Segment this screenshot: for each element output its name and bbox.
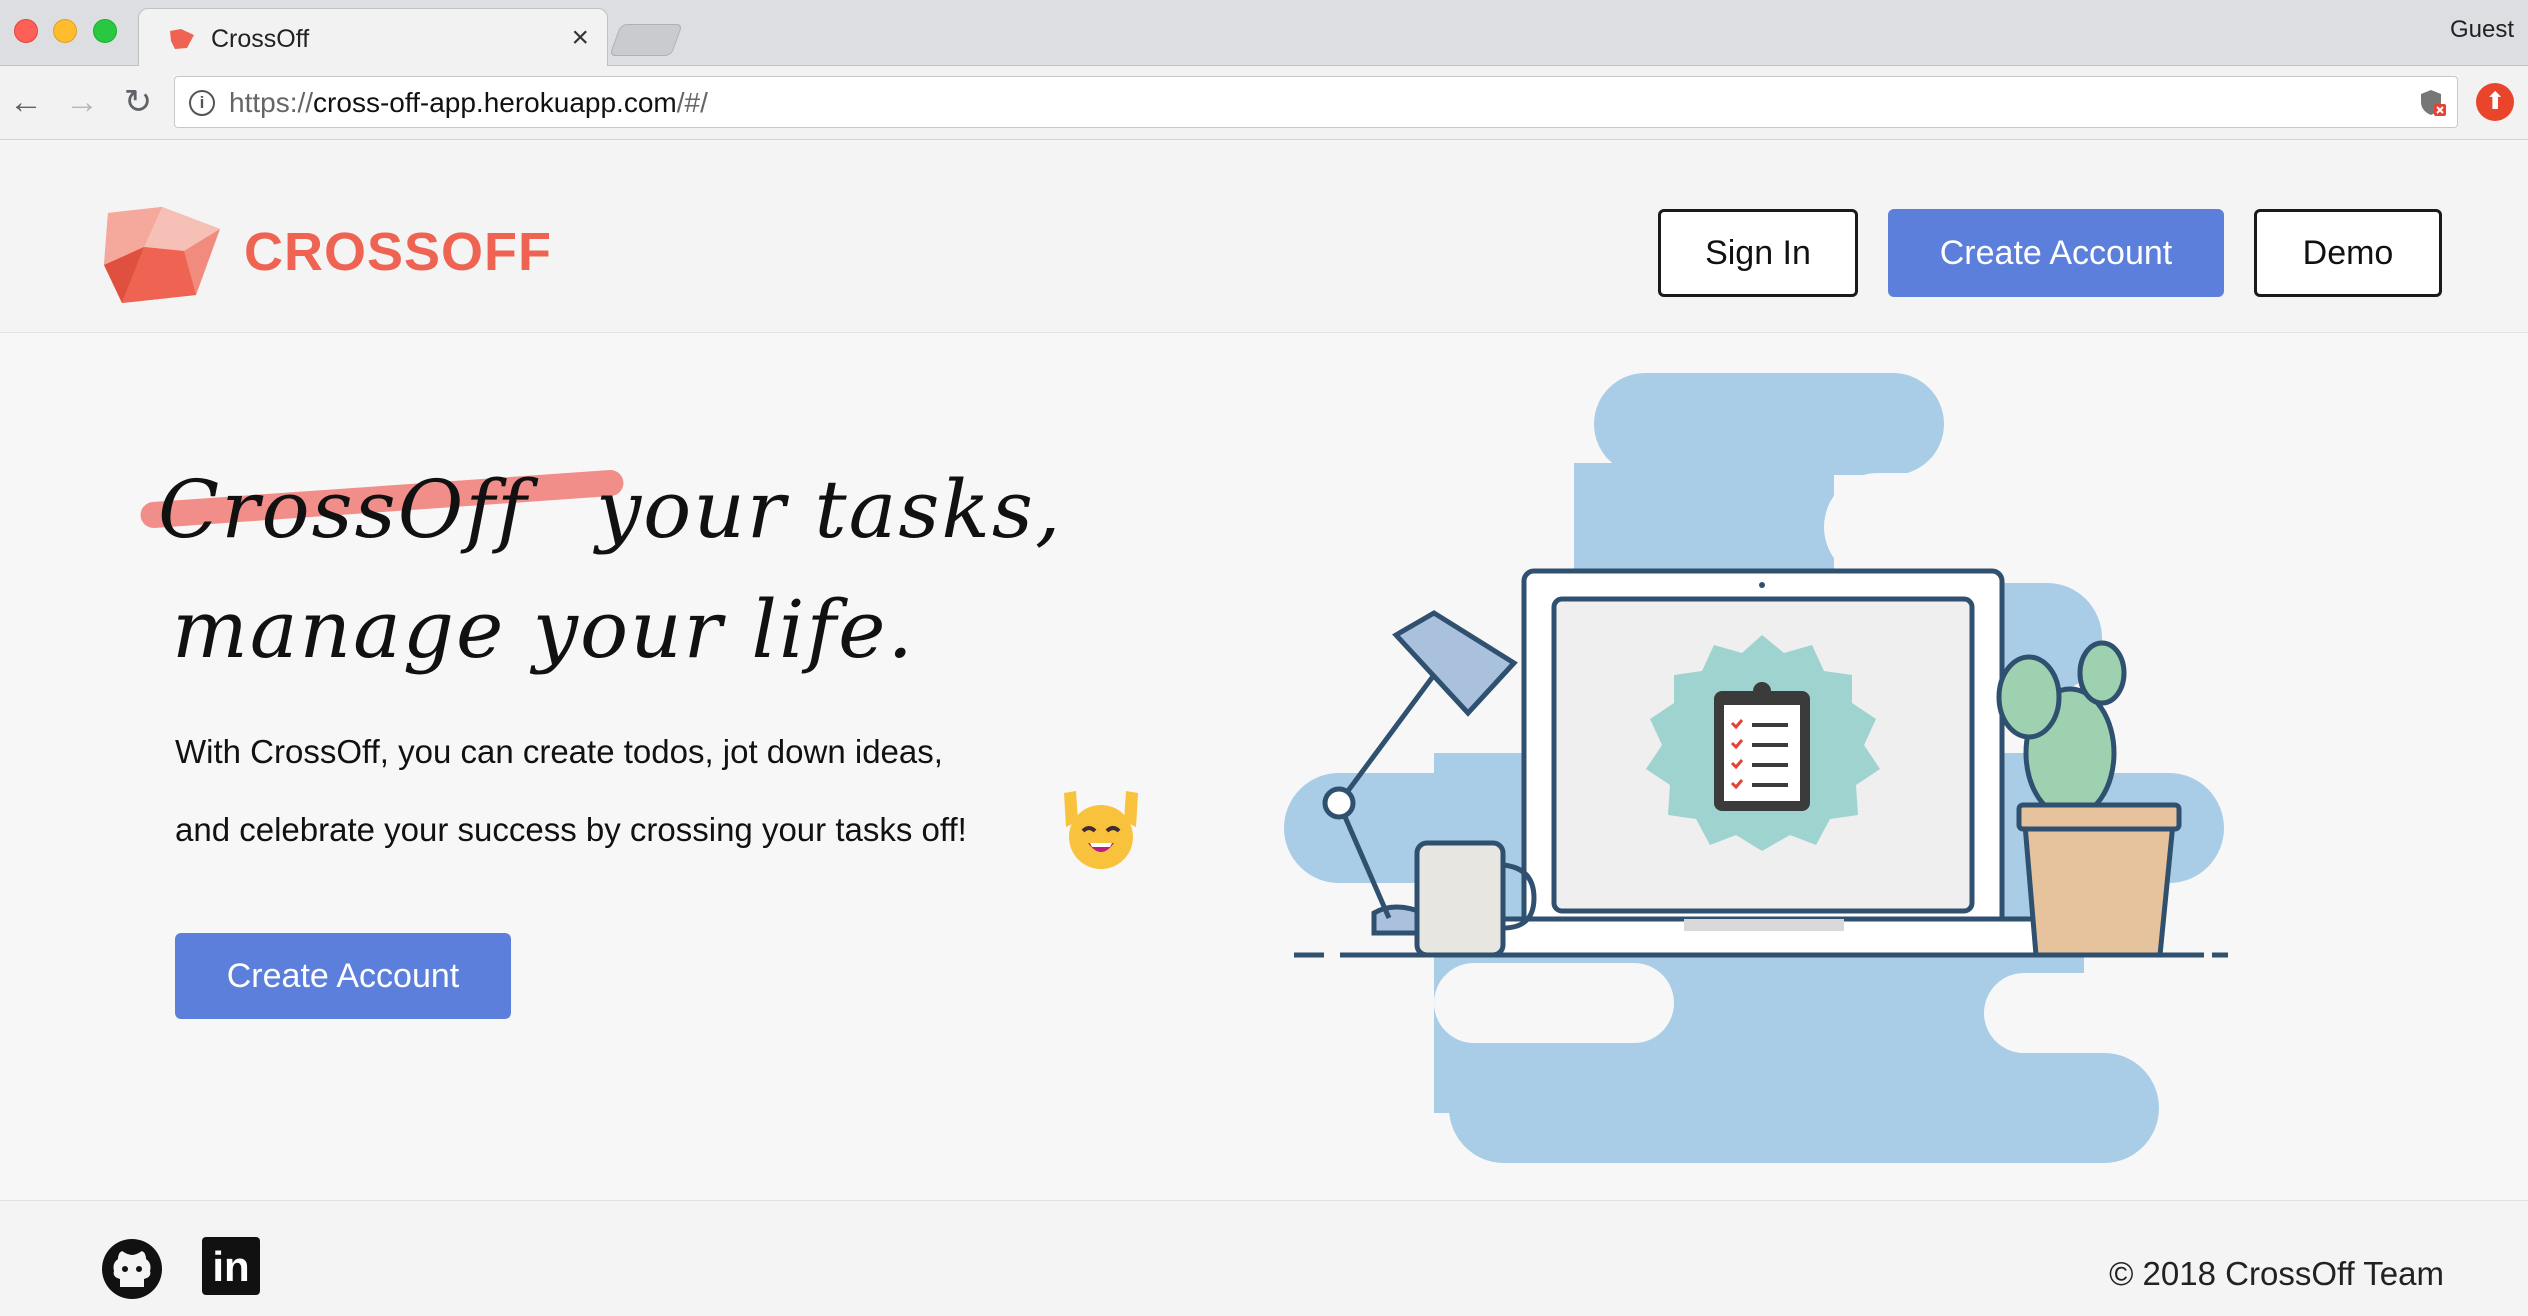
- hero-line1-rest: your tasks,: [595, 463, 1063, 556]
- site-footer: in © 2018 CrossOff Team: [0, 1200, 2528, 1316]
- brand-name[interactable]: CROSSOFF: [244, 221, 552, 283]
- back-icon[interactable]: ←: [6, 82, 46, 122]
- browser-tab-bar: CrossOff × Guest: [0, 0, 2528, 68]
- linkedin-icon[interactable]: in: [202, 1237, 260, 1295]
- site-header: CROSSOFF Sign In Create Account Demo: [0, 141, 2528, 333]
- tab-title: CrossOff: [211, 25, 310, 53]
- hero-description-line1: With CrossOff, you can create todos, jot…: [175, 733, 943, 770]
- reload-icon[interactable]: ↻: [118, 82, 158, 122]
- info-icon[interactable]: i: [189, 90, 215, 116]
- browser-tab[interactable]: CrossOff ×: [138, 8, 608, 68]
- hero-headline-line2: manage your life.: [172, 583, 915, 676]
- crossoff-logo-icon[interactable]: [104, 207, 224, 303]
- url-path: /#/: [676, 87, 708, 118]
- github-icon[interactable]: [100, 1237, 164, 1301]
- profile-label[interactable]: Guest: [2450, 16, 2514, 44]
- address-bar[interactable]: i https://cross-off-app.herokuapp.com/#/: [174, 76, 2458, 128]
- hero-create-account-button[interactable]: Create Account: [175, 933, 511, 1019]
- maximize-window-button[interactable]: [93, 19, 117, 43]
- crossoff-favicon-icon: [170, 29, 194, 49]
- page: CROSSOFF Sign In Create Account Demo Cro…: [0, 141, 2528, 1316]
- forward-icon[interactable]: →: [62, 82, 102, 122]
- demo-button[interactable]: Demo: [2254, 209, 2442, 297]
- extension-icon[interactable]: ⬆: [2476, 83, 2514, 121]
- browser-toolbar: ← → ↻ i https://cross-off-app.herokuapp.…: [0, 66, 2528, 140]
- create-account-button[interactable]: Create Account: [1888, 209, 2224, 297]
- new-tab-button[interactable]: [609, 24, 683, 56]
- desk-illustration: [1284, 373, 2228, 1163]
- url-text[interactable]: https://cross-off-app.herokuapp.com/#/: [229, 87, 708, 119]
- hero-description-line2: and celebrate your success by crossing y…: [175, 811, 967, 848]
- celebrating-emoji-icon: [1064, 791, 1138, 869]
- url-host: cross-off-app.herokuapp.com: [313, 87, 677, 118]
- hero-headline-line1: CrossOff your tasks,: [158, 463, 1062, 556]
- url-scheme: https://: [229, 87, 314, 118]
- close-window-button[interactable]: [14, 19, 38, 43]
- minimize-window-button[interactable]: [53, 19, 77, 43]
- hero-struck-word: CrossOff: [158, 463, 529, 556]
- tab-close-icon[interactable]: ×: [571, 21, 589, 55]
- shield-icon[interactable]: [2419, 88, 2447, 118]
- copyright-text: © 2018 CrossOff Team: [2109, 1255, 2444, 1292]
- sign-in-button[interactable]: Sign In: [1658, 209, 1858, 297]
